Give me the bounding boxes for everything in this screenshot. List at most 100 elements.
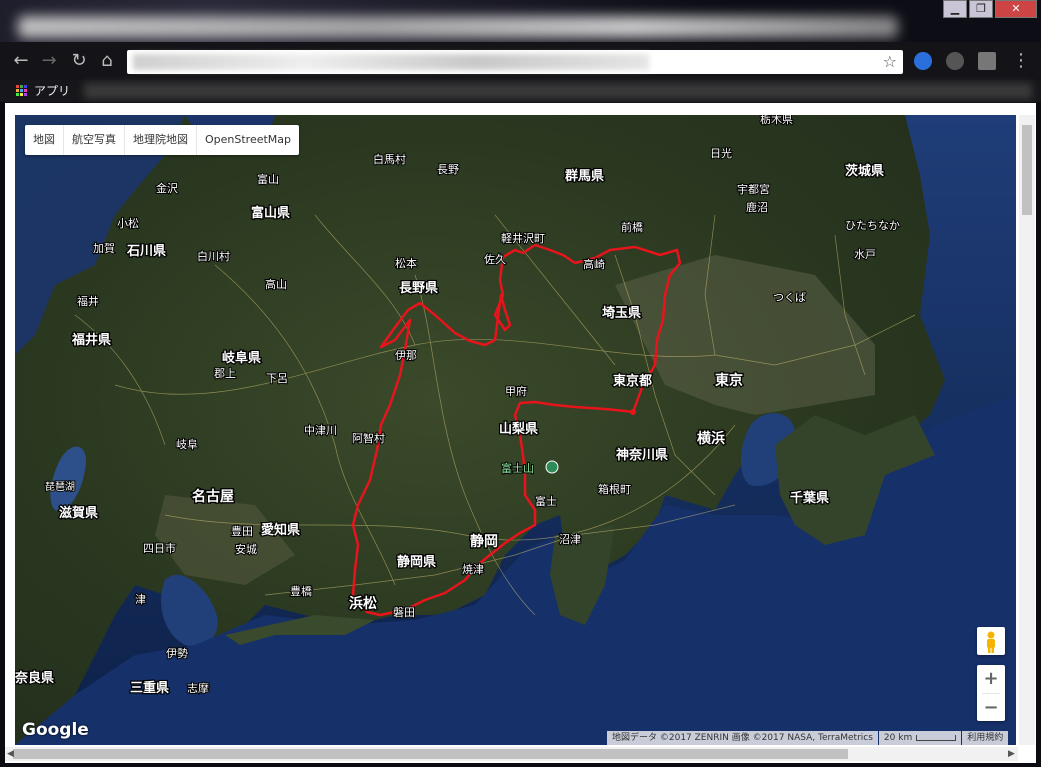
label-achi: 阿智村 — [352, 431, 385, 445]
minimize-button[interactable]: ▁ — [943, 0, 967, 18]
vertical-scrollbar[interactable] — [1019, 115, 1035, 745]
map-type-control: 地図 航空写真 地理院地図 OpenStreetMap — [25, 125, 300, 155]
maximize-button[interactable]: ❐ — [969, 0, 993, 18]
extension-circle-icon[interactable] — [946, 52, 964, 70]
label-mito: 水戸 — [854, 248, 876, 261]
label-anjo: 安城 — [235, 542, 257, 556]
url-redacted — [133, 54, 649, 70]
close-button[interactable]: ✕ — [995, 0, 1037, 18]
apps-shortcut[interactable]: アプリ — [16, 82, 70, 99]
pegman-icon — [987, 631, 995, 653]
bookmark-star-icon[interactable]: ☆ — [883, 52, 897, 71]
google-logo[interactable]: Google — [22, 720, 89, 740]
apps-label: アプリ — [34, 84, 71, 98]
label-fujisan: 富士山 — [501, 461, 534, 475]
label-hitachinaka: ひたちなか — [845, 219, 900, 232]
label-toyama: 富山 — [257, 172, 279, 186]
label-komatsu: 小松 — [117, 216, 139, 230]
map-type-satellite[interactable]: 航空写真 — [64, 125, 125, 155]
label-pref-shizuoka: 静岡県 — [397, 554, 436, 570]
label-pref-gunma: 群馬県 — [565, 168, 604, 184]
label-saku: 佐久 — [484, 252, 506, 266]
label-utsunomiya: 宇都宮 — [737, 182, 770, 196]
map-canvas[interactable]: 茨城県 群馬県 富山県 石川県 長野県 埼玉県 福井県 岐阜県 東京都 山梨県 … — [15, 115, 1016, 745]
label-pref-gifu: 岐阜県 — [222, 350, 261, 366]
label-hakuba: 白馬村 — [373, 152, 406, 166]
label-pref-yamanashi: 山梨県 — [499, 421, 538, 437]
label-pref-chiba: 千葉県 — [790, 490, 829, 506]
label-nagano: 長野 — [437, 163, 459, 176]
label-pref-mie: 三重県 — [130, 680, 169, 696]
label-kaga: 加賀 — [93, 242, 115, 255]
label-pref-nara: 奈良県 — [15, 670, 54, 686]
scroll-left-arrow-icon[interactable]: ◀ — [7, 749, 14, 759]
label-pref-tokyo: 東京都 — [613, 373, 652, 389]
label-pref-aichi: 愛知県 — [261, 522, 300, 538]
label-pref-kanagawa: 神奈川県 — [616, 447, 668, 463]
label-takasaki: 高崎 — [583, 257, 605, 271]
back-icon[interactable]: ← — [10, 50, 32, 72]
extension-e-icon[interactable] — [914, 52, 932, 70]
label-shima: 志摩 — [187, 681, 209, 695]
satellite-map: 茨城県 群馬県 富山県 石川県 長野県 埼玉県 福井県 岐阜県 東京都 山梨県 … — [15, 115, 1016, 745]
label-city-yokohama: 横浜 — [697, 430, 725, 447]
label-yaizu: 焼津 — [462, 563, 484, 576]
label-city-shizuoka: 静岡 — [470, 533, 498, 550]
label-pref-ibaraki: 茨城県 — [845, 163, 884, 179]
label-city-hamamatsu: 浜松 — [349, 595, 377, 612]
zoom-in-button[interactable]: + — [977, 665, 1005, 693]
label-biwako: 琵琶湖 — [45, 481, 75, 493]
label-gero: 下呂 — [266, 372, 288, 385]
map-type-osm[interactable]: OpenStreetMap — [197, 125, 299, 155]
label-toyohashi: 豊橋 — [290, 584, 312, 598]
horizontal-scrollbar[interactable] — [5, 747, 1018, 761]
label-iwata: 磐田 — [393, 605, 415, 619]
label-pref-ishikawa: 石川県 — [126, 244, 166, 259]
label-numazu: 沼津 — [559, 532, 581, 546]
label-kanazawa: 金沢 — [156, 181, 178, 195]
reload-icon[interactable]: ↻ — [68, 50, 90, 72]
street-view-pegman[interactable] — [977, 627, 1005, 655]
label-fukui: 福井 — [77, 294, 99, 308]
zoom-control: + − — [977, 665, 1005, 721]
map-attribution: 地図データ ©2017 ZENRIN 画像 ©2017 NASA, TerraM… — [606, 731, 1009, 745]
bookmarks-redacted — [84, 83, 1032, 99]
label-hakone: 箱根町 — [598, 482, 631, 496]
label-ise: 伊勢 — [166, 646, 188, 660]
label-gifu: 岐阜 — [176, 438, 198, 451]
horizontal-scroll-thumb[interactable] — [13, 749, 848, 759]
label-matsumoto: 松本 — [395, 256, 417, 270]
label-pref-saitama: 埼玉県 — [602, 305, 641, 321]
label-tochigi: 栃木県 — [760, 115, 793, 126]
address-bar[interactable]: ☆ — [127, 50, 903, 74]
window-controls: ▁ ❐ ✕ — [943, 0, 1037, 18]
tab-strip-redacted — [18, 16, 898, 38]
apps-grid-icon — [16, 84, 28, 97]
label-nikko: 日光 — [710, 146, 732, 160]
route-start-marker — [630, 409, 636, 415]
zoom-out-button[interactable]: − — [977, 694, 1005, 722]
home-icon[interactable]: ⌂ — [96, 50, 118, 72]
label-karuizawa: 軽井沢町 — [501, 231, 545, 245]
menu-icon[interactable]: ⋮ — [1010, 50, 1032, 72]
label-takayama: 高山 — [265, 277, 287, 291]
fuji-park-icon — [545, 460, 559, 474]
label-fuji: 富士 — [535, 494, 557, 508]
label-ina: 伊那 — [395, 349, 417, 362]
vertical-scroll-thumb[interactable] — [1022, 125, 1032, 215]
extension-box-icon[interactable] — [978, 52, 996, 70]
label-kanuma: 鹿沼 — [746, 200, 768, 214]
scale-control[interactable]: 20 km — [878, 731, 962, 745]
label-yokkaichi: 四日市 — [143, 541, 176, 555]
label-shirakawa: 白川村 — [197, 249, 230, 263]
map-type-roadmap[interactable]: 地図 — [25, 125, 64, 155]
map-type-gsi[interactable]: 地理院地図 — [125, 125, 197, 155]
bookmarks-bar — [0, 80, 1041, 102]
scroll-right-arrow-icon[interactable]: ▶ — [1008, 749, 1015, 759]
forward-icon[interactable]: → — [38, 50, 60, 72]
label-toyota: 豊田 — [231, 525, 253, 538]
terms-link[interactable]: 利用規約 — [962, 731, 1009, 745]
title-bar: ▁ ❐ ✕ — [0, 0, 1041, 42]
label-pref-toyama: 富山県 — [251, 205, 290, 221]
label-city-nagoya: 名古屋 — [192, 488, 234, 505]
